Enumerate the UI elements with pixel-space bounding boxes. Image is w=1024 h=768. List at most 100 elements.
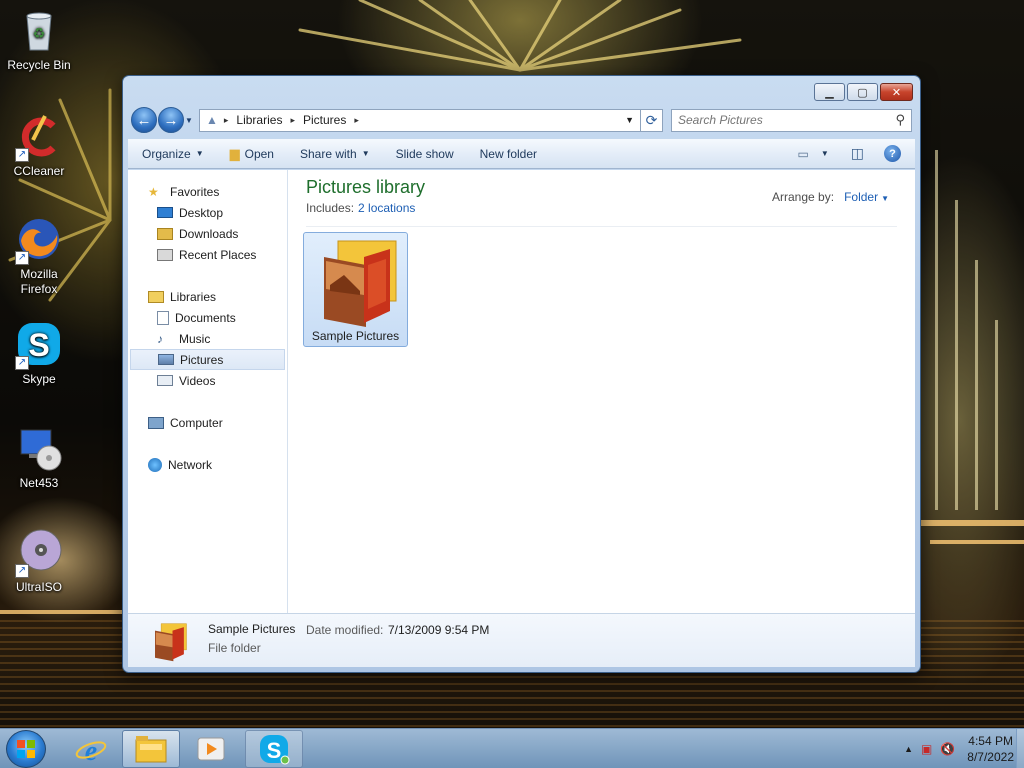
nav-computer[interactable]: Computer [128, 412, 287, 433]
taskbar-skype[interactable]: S [245, 730, 303, 768]
firefox-icon: ↗ [15, 215, 63, 265]
chevron-down-icon: ▼ [361, 149, 370, 158]
folder-pictures-icon [323, 240, 396, 327]
organize-button[interactable]: Organize ▼ [142, 147, 204, 161]
network-disconnected-icon[interactable]: ▣ [921, 742, 932, 756]
breadcrumb-separator[interactable]: ▸ [354, 115, 359, 126]
videos-icon [157, 375, 173, 386]
arrange-by-dropdown[interactable]: Folder [844, 190, 878, 204]
navigation-pane: ★ Favorites Desktop Downloads Recent Pla… [128, 170, 288, 613]
close-button[interactable]: ✕ [880, 83, 913, 101]
star-icon: ★ [148, 184, 159, 199]
new-folder-button[interactable]: New folder [480, 147, 537, 161]
shortcut-arrow-icon: ↗ [15, 356, 29, 370]
net453-icon [15, 424, 63, 472]
arrange-by: Arrange by: Folder ▼ [772, 190, 889, 204]
desktop-icon-label: CCleaner [13, 164, 65, 178]
music-icon: ♪ [157, 331, 163, 346]
locations-link[interactable]: 2 locations [358, 201, 415, 215]
downloads-icon [157, 227, 173, 240]
show-desktop-button[interactable] [1016, 729, 1024, 768]
folder-tile-sample-pictures[interactable]: Sample Pictures [303, 232, 408, 347]
change-view-icon[interactable]: ▭ [798, 147, 809, 161]
desktop-icon [157, 207, 173, 218]
preview-pane-icon[interactable]: ◫ [851, 145, 864, 162]
address-bar-row: ← → ▼ ▲ ▸ Libraries ▸ Pictures ▸ ▼ ⟳ ⚲ [131, 106, 912, 134]
chevron-down-icon[interactable]: ▼ [881, 194, 889, 203]
nav-downloads[interactable]: Downloads [128, 223, 287, 244]
nav-network[interactable]: Network [128, 454, 287, 475]
desktop-icon-label: Mozilla Firefox [20, 267, 58, 296]
search-box[interactable]: ⚲ [671, 108, 912, 132]
taskbar-windows-explorer[interactable] [122, 730, 180, 768]
nav-libraries[interactable]: Libraries [128, 286, 287, 307]
svg-text:S: S [28, 327, 49, 363]
desktop-icon-net453[interactable]: Net453 [2, 424, 76, 491]
view-controls: ▭ ▼ ◫ ? [798, 145, 901, 162]
desktop-icon-label: Recycle Bin [7, 58, 71, 72]
libraries-folder-icon: ▲ [206, 113, 218, 127]
nav-documents[interactable]: Documents [128, 307, 287, 328]
ultraiso-icon: ↗ [15, 528, 63, 578]
taskbar-media-player[interactable] [182, 730, 240, 768]
svg-text:S: S [267, 738, 282, 763]
slide-show-button[interactable]: Slide show [396, 147, 454, 161]
desktop-icon-ccleaner[interactable]: ↗ CCleaner [2, 112, 76, 179]
clock[interactable]: 4:54 PM 8/7/2022 [967, 733, 1014, 765]
volume-muted-icon[interactable]: 🔇 [940, 742, 955, 756]
nav-pictures[interactable]: Pictures [130, 349, 285, 370]
forward-button[interactable]: → [158, 107, 184, 133]
back-button[interactable]: ← [131, 107, 157, 133]
taskbar: e S ▲ ▣ 🔇 4:54 PM 8/7/2022 [0, 728, 1024, 768]
nav-videos[interactable]: Videos [128, 370, 287, 391]
library-header: Pictures library Includes: 2 locations Ar… [306, 177, 897, 227]
help-icon[interactable]: ? [884, 145, 901, 162]
address-dropdown-icon[interactable]: ▼ [625, 115, 634, 125]
clock-date: 8/7/2022 [967, 750, 1014, 764]
svg-text:e: e [85, 736, 97, 765]
media-player-icon [197, 737, 225, 761]
desktop-icon-ultraiso[interactable]: ↗ UltraISO [2, 528, 76, 595]
breadcrumb-separator[interactable]: ▸ [290, 115, 295, 126]
open-folder-icon: ▆ [229, 145, 240, 161]
address-bar[interactable]: ▲ ▸ Libraries ▸ Pictures ▸ ▼ [199, 108, 641, 132]
internet-explorer-icon: e [75, 736, 107, 765]
taskbar-internet-explorer[interactable]: e [62, 730, 120, 768]
open-button[interactable]: ▆ Open [230, 146, 274, 162]
pictures-icon [158, 354, 174, 365]
nav-music[interactable]: ♪ Music [128, 328, 287, 349]
show-hidden-icons-button[interactable]: ▲ [904, 744, 913, 754]
notification-area: ▲ ▣ 🔇 4:54 PM 8/7/2022 [896, 729, 1014, 768]
skype-icon: S [260, 735, 290, 765]
nav-favorites[interactable]: ★ Favorites [128, 181, 287, 202]
nav-desktop[interactable]: Desktop [128, 202, 287, 223]
windows-logo-icon [17, 740, 35, 758]
start-button[interactable] [6, 730, 46, 768]
desktop-icon-recycle-bin[interactable]: ♻ Recycle Bin [2, 6, 76, 73]
search-input[interactable] [678, 113, 896, 127]
nav-recent-places[interactable]: Recent Places [128, 244, 287, 265]
refresh-button[interactable]: ⟳ [641, 108, 663, 132]
chevron-down-icon: ▼ [195, 149, 204, 158]
share-with-button[interactable]: Share with ▼ [300, 147, 370, 161]
recent-pages-dropdown[interactable]: ▼ [185, 116, 195, 125]
folder-pictures-icon [155, 623, 187, 662]
recycle-bin-icon: ♻ [15, 6, 63, 54]
network-icon [148, 457, 162, 472]
desktop-icon-firefox[interactable]: ↗ Mozilla Firefox [2, 215, 76, 297]
folder-name: Sample Pictures [311, 329, 400, 343]
recent-places-icon [157, 248, 173, 261]
details-modified-label: Date modified: [306, 623, 384, 637]
search-icon[interactable]: ⚲ [895, 112, 905, 128]
desktop-icon-skype[interactable]: S ↗ Skype [2, 320, 76, 387]
windows-explorer-icon [135, 736, 167, 763]
breadcrumb-pictures[interactable]: Pictures [303, 113, 346, 127]
documents-icon [157, 310, 169, 325]
maximize-button[interactable]: ▢ [847, 83, 878, 101]
explorer-body: ★ Favorites Desktop Downloads Recent Pla… [128, 170, 915, 613]
breadcrumb-libraries[interactable]: Libraries [236, 113, 282, 127]
view-options-dropdown[interactable]: ▼ [821, 149, 829, 158]
breadcrumb-separator[interactable]: ▸ [224, 115, 229, 126]
minimize-button[interactable]: ▁ [814, 83, 845, 101]
libraries-icon [148, 290, 164, 303]
